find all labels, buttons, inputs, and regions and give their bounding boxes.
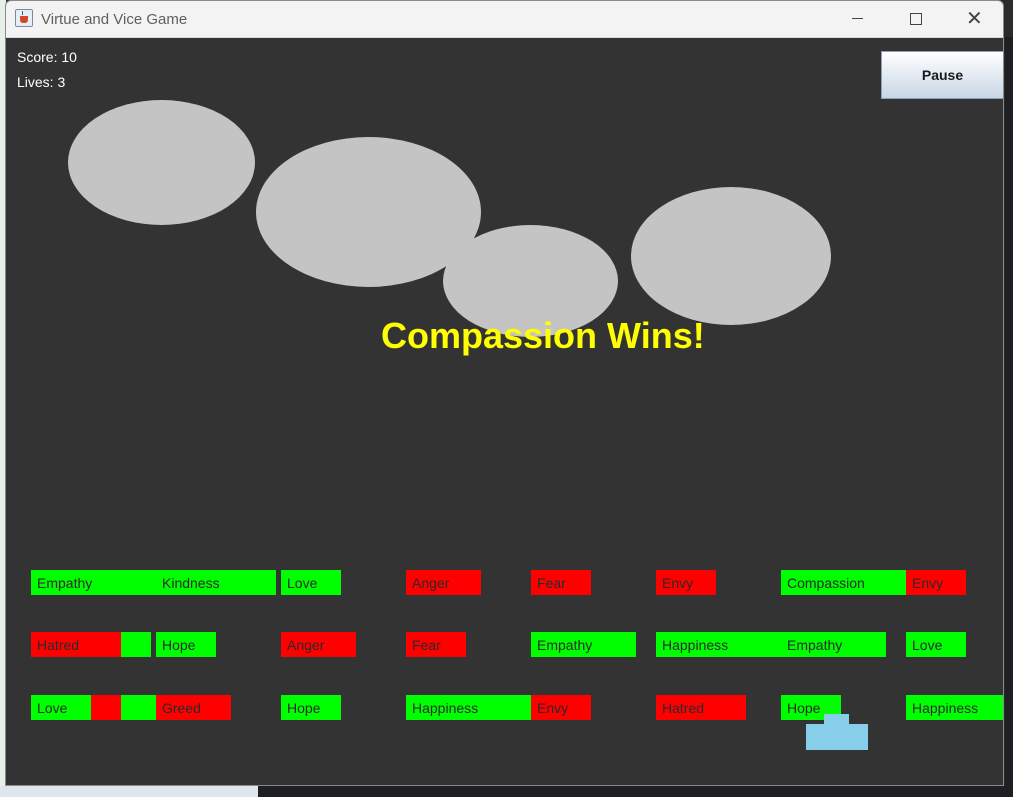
brick: Anger bbox=[281, 632, 356, 657]
java-app-icon bbox=[15, 9, 33, 27]
brick: Hatred bbox=[656, 695, 746, 720]
brick: Hope bbox=[281, 695, 341, 720]
win-message: Compassion Wins! bbox=[381, 315, 705, 356]
game-canvas[interactable]: Score: 10 Lives: 3 Pause Compassion Wins… bbox=[6, 38, 1003, 785]
brick: Envy bbox=[656, 570, 716, 595]
brick: Fear bbox=[406, 632, 466, 657]
brick: Empathy bbox=[531, 632, 636, 657]
brick: Love bbox=[281, 570, 341, 595]
brick: Compassion bbox=[781, 570, 906, 595]
brick: Kindness bbox=[156, 570, 276, 595]
cloud bbox=[68, 100, 255, 225]
brick: Love bbox=[906, 632, 966, 657]
player-base bbox=[806, 724, 868, 750]
player-ship[interactable] bbox=[806, 714, 868, 750]
title-bar[interactable]: Virtue and Vice Game ✕ bbox=[6, 1, 1003, 38]
brick: Greed bbox=[156, 695, 231, 720]
window-title: Virtue and Vice Game bbox=[41, 11, 188, 28]
minimize-icon bbox=[852, 18, 863, 19]
pause-button[interactable]: Pause bbox=[881, 51, 1003, 99]
brick: Envy bbox=[906, 570, 966, 595]
lives-label: Lives: 3 bbox=[17, 74, 66, 90]
minimize-button[interactable] bbox=[828, 1, 886, 37]
brick: Envy bbox=[531, 695, 591, 720]
brick bbox=[121, 695, 156, 720]
game-window: Virtue and Vice Game ✕ Score: 10 Lives: … bbox=[5, 0, 1004, 786]
maximize-button[interactable] bbox=[887, 1, 945, 37]
score-label: Score: 10 bbox=[17, 49, 77, 65]
taskbar-strip bbox=[0, 786, 258, 797]
brick: Empathy bbox=[31, 570, 156, 595]
brick bbox=[121, 632, 151, 657]
maximize-icon bbox=[910, 13, 922, 25]
brick: Fear bbox=[531, 570, 591, 595]
brick: Empathy bbox=[781, 632, 886, 657]
close-button[interactable]: ✕ bbox=[946, 1, 1003, 37]
editor-background bbox=[1005, 37, 1013, 797]
brick: Hatred bbox=[31, 632, 121, 657]
cloud bbox=[631, 187, 831, 325]
brick: Happiness bbox=[906, 695, 1003, 720]
close-icon: ✕ bbox=[966, 6, 983, 30]
brick bbox=[91, 695, 121, 720]
brick: Happiness bbox=[656, 632, 781, 657]
brick: Hope bbox=[156, 632, 216, 657]
brick: Love bbox=[31, 695, 91, 720]
brick: Anger bbox=[406, 570, 481, 595]
brick: Happiness bbox=[406, 695, 531, 720]
